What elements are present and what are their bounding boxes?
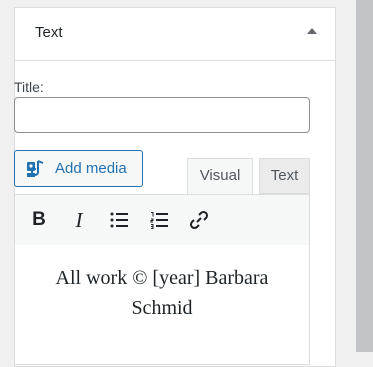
tab-text[interactable]: Text [259, 158, 310, 194]
editor-toolbar: B I [14, 194, 310, 246]
numbered-list-button[interactable] [147, 208, 171, 232]
add-media-button[interactable]: Add media [14, 150, 143, 187]
numbered-list-icon [150, 212, 168, 229]
title-field-label: Title: [14, 79, 44, 95]
widget-header[interactable]: Text [15, 8, 335, 61]
editor-content-area[interactable]: All work © [year] Barbara Schmid [14, 245, 310, 365]
bullet-list-button[interactable] [107, 208, 131, 232]
bold-icon: B [32, 209, 46, 230]
widget-title: Text [35, 24, 63, 41]
title-input[interactable] [14, 97, 310, 133]
bullet-list-icon [110, 212, 128, 228]
link-icon [189, 210, 209, 230]
scrollbar[interactable] [356, 0, 373, 352]
left-gutter [0, 0, 4, 352]
tab-visual[interactable]: Visual [187, 158, 253, 194]
editor-text: All work © [year] Barbara Schmid [55, 267, 269, 319]
link-button[interactable] [187, 208, 211, 232]
add-media-label: Add media [55, 160, 127, 177]
add-media-icon [27, 159, 44, 177]
italic-button[interactable]: I [67, 208, 91, 232]
italic-icon: I [75, 207, 83, 232]
collapse-arrow-icon[interactable] [307, 28, 317, 34]
bold-button[interactable]: B [27, 208, 51, 232]
